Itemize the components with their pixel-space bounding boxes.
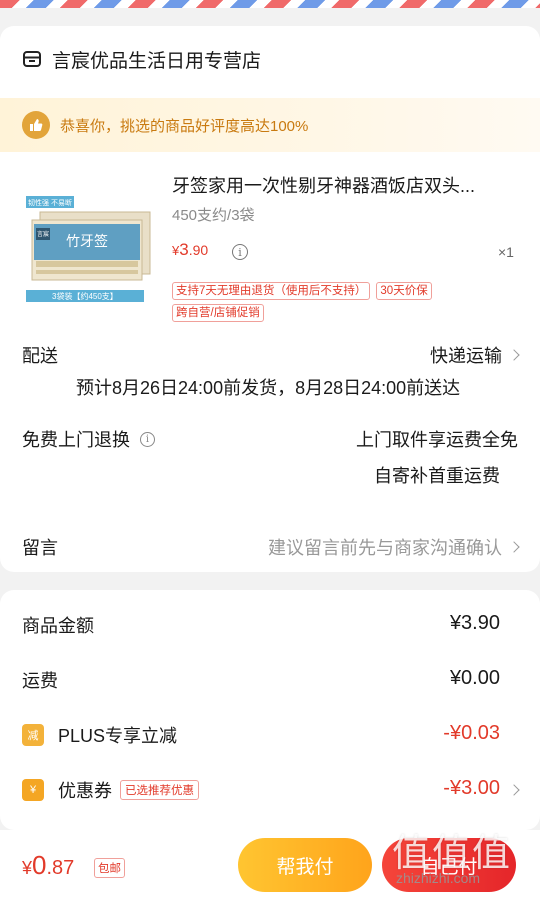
total-symbol: ¥ — [22, 858, 33, 878]
coupon-value[interactable]: -¥3.00 — [443, 777, 500, 800]
watermark-logo: 值值值 — [392, 833, 513, 875]
shipping-label: 运费 — [22, 671, 58, 691]
banner-text: 恭喜你，挑选的商品好评度高达100% — [60, 117, 309, 135]
image-label-top: 韧性强 不易断 — [28, 198, 72, 207]
returns-line2: 自寄补首重运费 — [374, 466, 500, 486]
tag-return: 支持7天无理由退货（使用后不支持） — [172, 282, 371, 300]
store-icon — [23, 51, 41, 67]
coupon-tag: 已选推荐优惠 — [120, 780, 199, 800]
plus-discount-value: -¥0.03 — [443, 722, 500, 744]
plus-discount-row: 减 PLUS专享立减 — [22, 722, 177, 748]
image-name: 竹牙签 — [66, 233, 108, 249]
product-image[interactable]: 韧性强 不易断 言宸 竹牙签 3袋装【约450支】 — [22, 186, 154, 308]
plus-discount-icon: 减 — [22, 724, 44, 746]
coupon-label: 优惠券 — [58, 781, 112, 801]
coupon-row[interactable]: ¥ 优惠券 已选推荐优惠 — [22, 777, 199, 803]
delivery-method-row[interactable]: 快递运输 — [430, 342, 520, 368]
info-icon[interactable]: i — [140, 431, 155, 447]
plus-discount-label: PLUS专享立减 — [58, 726, 178, 746]
airmail-stripe — [0, 0, 540, 8]
message-label: 留言 — [22, 538, 58, 558]
delivery-eta: 预计8月26日24:00前发货，8月28日24:00前送达 — [76, 378, 461, 398]
product-tags: 支持7天无理由退货（使用后不支持） 30天价保 跨自营/店铺促销 — [172, 282, 512, 322]
shop-name: 言宸优品生活日用专营店 — [52, 50, 262, 72]
free-shipping-badge: 包邮 — [94, 858, 125, 878]
image-label-bottom: 3袋装【约450支】 — [52, 291, 118, 301]
price-int: 3 — [179, 240, 189, 259]
chevron-right-icon — [508, 541, 520, 553]
returns-line1: 上门取件享运费全免 — [356, 430, 518, 450]
goods-amount-label: 商品金额 — [22, 616, 94, 636]
coupon-icon: ¥ — [22, 779, 44, 801]
message-placeholder: 建议留言前先与商家沟通确认 — [268, 538, 502, 558]
total-int: 0 — [32, 850, 47, 880]
tag-price-protect: 30天价保 — [376, 282, 432, 300]
delivery-method: 快递运输 — [430, 346, 502, 366]
summary-card: 商品金额 ¥3.90 运费 ¥0.00 减 PLUS专享立减 -¥0.03 ¥ … — [0, 590, 540, 830]
delivery-label: 配送 — [22, 346, 58, 366]
watermark-url: zhizhizhi.com — [396, 870, 481, 886]
watermark: 值值值 zhizhizhi.com — [392, 822, 532, 892]
product-title[interactable]: 牙签家用一次性剔牙神器酒饭店双头... — [172, 172, 522, 198]
product-price: ¥3.90 — [172, 240, 208, 260]
chevron-right-icon — [508, 784, 520, 796]
chevron-right-icon — [508, 349, 520, 361]
product-spec: 450支约/3袋 — [172, 207, 255, 224]
price-dec: .90 — [188, 242, 209, 258]
total-price: ¥0.87 — [22, 850, 74, 881]
order-card: 言宸优品生活日用专营店 恭喜你，挑选的商品好评度高达100% 韧性强 不易断 言… — [0, 26, 540, 572]
returns-row[interactable]: 免费上门退换 i — [22, 426, 155, 452]
shipping-value: ¥0.00 — [449, 667, 500, 689]
praise-banner: 恭喜你，挑选的商品好评度高达100% — [0, 98, 540, 152]
thumbs-up-icon — [22, 111, 50, 139]
message-input[interactable]: 建议留言前先与商家沟通确认 — [268, 534, 520, 560]
returns-label: 免费上门退换 — [22, 430, 130, 450]
tag-promo: 跨自营/店铺促销 — [172, 304, 264, 322]
total-dec: .87 — [46, 857, 75, 879]
info-icon[interactable]: i — [232, 244, 248, 260]
shop-header[interactable]: 言宸优品生活日用专营店 — [22, 44, 261, 74]
help-pay-button[interactable]: 帮我付 — [238, 838, 372, 892]
goods-amount-value: ¥3.90 — [449, 612, 500, 634]
product-quantity: ×1 — [498, 244, 514, 260]
image-brand: 言宸 — [37, 230, 49, 238]
